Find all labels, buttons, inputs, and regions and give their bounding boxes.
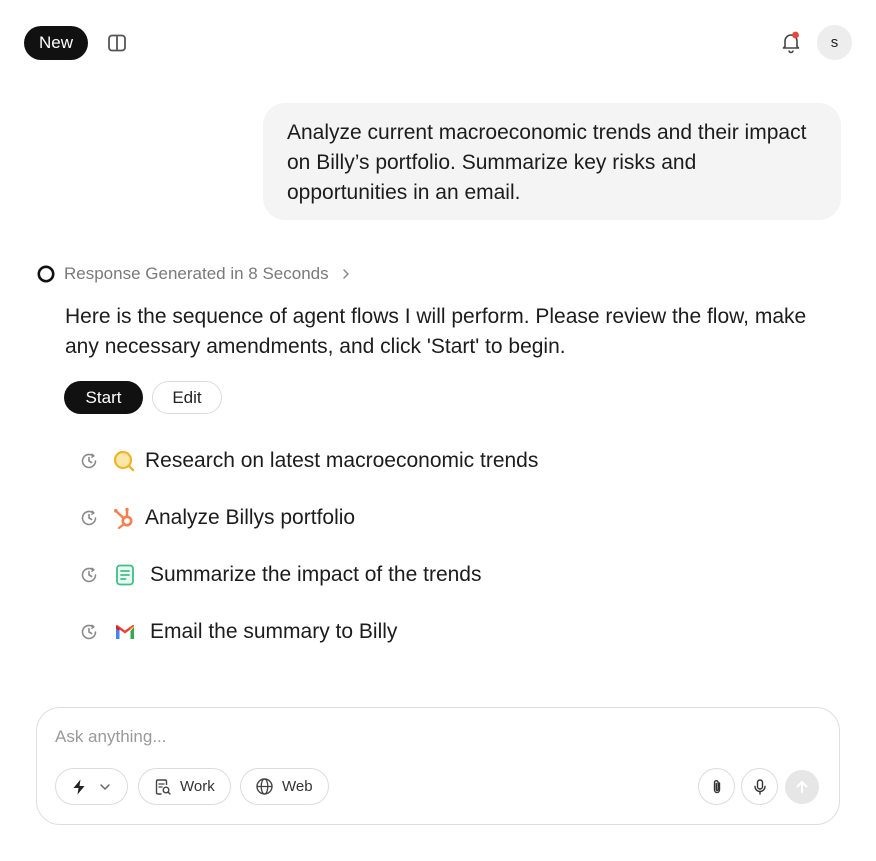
work-label: Work bbox=[180, 778, 215, 795]
ask-input[interactable] bbox=[55, 724, 655, 750]
response-text: Here is the sequence of agent flows I wi… bbox=[65, 305, 807, 358]
paperclip-icon bbox=[713, 779, 720, 793]
microphone-icon bbox=[753, 778, 766, 795]
user-message-bubble: Analyze current macroeconomic trends and… bbox=[263, 103, 841, 220]
arrow-up-icon bbox=[796, 781, 808, 793]
response-meta-text: Response Generated in 8 Seconds bbox=[64, 264, 329, 283]
flow-step-label: Summarize the impact of the trends bbox=[150, 563, 482, 586]
work-document-search-icon bbox=[155, 778, 171, 795]
document-icon bbox=[116, 564, 134, 586]
flow-step-label: Research on latest macroeconomic trends bbox=[145, 449, 539, 472]
top-bar: New s bbox=[0, 0, 876, 86]
gmail-icon bbox=[116, 625, 134, 639]
work-toggle[interactable]: Work bbox=[138, 768, 231, 805]
flow-step-label: Analyze Billys portfolio bbox=[145, 506, 356, 529]
attach-button[interactable] bbox=[698, 768, 735, 805]
flow-step: Research on latest macroeconomic trends bbox=[79, 446, 579, 476]
pending-clock-icon bbox=[81, 453, 97, 469]
pending-clock-icon bbox=[81, 567, 97, 583]
hubspot-icon bbox=[114, 507, 133, 530]
flow-step: Summarize the impact of the trends bbox=[79, 560, 579, 590]
notification-dot bbox=[792, 31, 799, 39]
chevron-right-icon bbox=[342, 269, 349, 279]
flow-step: Analyze Billys portfolio bbox=[79, 503, 579, 533]
start-button[interactable]: Start bbox=[64, 381, 143, 414]
assistant-logo-icon bbox=[37, 265, 55, 283]
search-icon bbox=[113, 450, 135, 472]
mode-selector[interactable] bbox=[55, 768, 128, 805]
new-chat-button[interactable]: New bbox=[24, 26, 88, 60]
sidebar-toggle-icon[interactable] bbox=[106, 32, 128, 54]
flow-step-label: Email the summary to Billy bbox=[150, 620, 398, 643]
globe-icon bbox=[256, 778, 273, 795]
flow-step: Email the summary to Billy bbox=[79, 617, 579, 647]
response-meta-toggle[interactable]: Response Generated in 8 Seconds bbox=[37, 262, 353, 286]
user-avatar[interactable]: s bbox=[817, 25, 852, 60]
web-toggle[interactable]: Web bbox=[240, 768, 329, 805]
edit-button[interactable]: Edit bbox=[152, 381, 222, 414]
notification-bell-icon[interactable] bbox=[779, 30, 803, 54]
pending-clock-icon bbox=[81, 624, 97, 640]
lightning-icon bbox=[73, 779, 85, 794]
message-composer: Work Web bbox=[36, 707, 840, 825]
chevron-down-icon bbox=[100, 783, 110, 790]
send-button[interactable] bbox=[785, 770, 819, 804]
pending-clock-icon bbox=[81, 510, 97, 526]
voice-input-button[interactable] bbox=[741, 768, 778, 805]
web-label: Web bbox=[282, 778, 313, 795]
